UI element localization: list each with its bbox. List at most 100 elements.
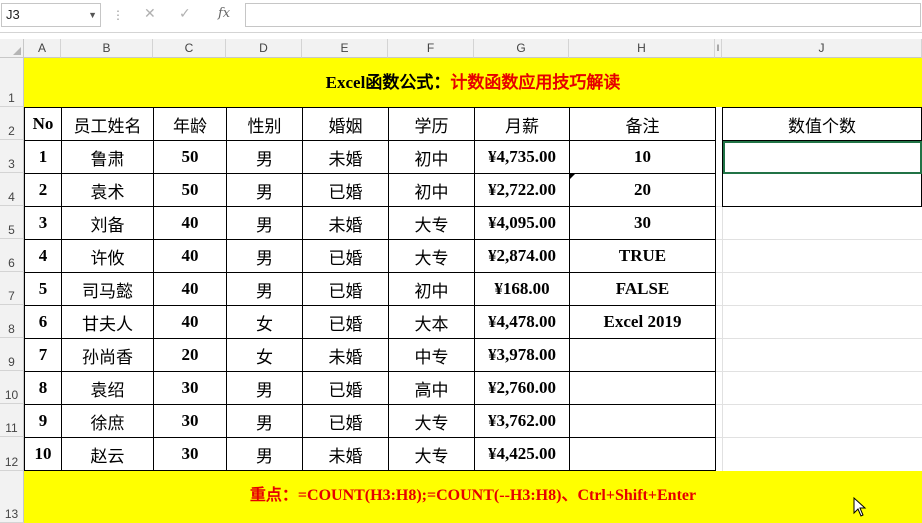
cell-gender[interactable]: 男	[226, 173, 303, 207]
cell-education[interactable]: 大专	[388, 206, 475, 240]
cell-no[interactable]: 6	[24, 305, 62, 339]
row-header-7[interactable]: 7	[0, 272, 24, 305]
cell-salary[interactable]: ¥168.00	[474, 272, 570, 306]
cell-salary[interactable]: ¥3,978.00	[474, 338, 570, 372]
count-cell-j3[interactable]	[722, 140, 922, 174]
cell-salary[interactable]: ¥2,760.00	[474, 371, 570, 405]
cell-no[interactable]: 4	[24, 239, 62, 273]
key-point-bar[interactable]: 重点：=COUNT(H3:H8);=COUNT(--H3:H8)、Ctrl+Sh…	[24, 471, 922, 523]
count-cell-j4[interactable]	[722, 173, 922, 207]
cell-education[interactable]: 大专	[388, 437, 475, 471]
cell-no[interactable]: 10	[24, 437, 62, 471]
insert-function-icon[interactable]: fx	[218, 6, 230, 21]
cell-no[interactable]: 2	[24, 173, 62, 207]
cell-age[interactable]: 40	[153, 272, 227, 306]
row-header-8[interactable]: 8	[0, 305, 24, 338]
cell-education[interactable]: 初中	[388, 140, 475, 174]
column-header-c[interactable]: C	[153, 39, 226, 58]
cell-marital[interactable]: 已婚	[302, 371, 389, 405]
select-all-corner[interactable]	[0, 39, 24, 58]
header-cell-name[interactable]: 员工姓名	[61, 107, 154, 141]
cell-salary[interactable]: ¥2,722.00	[474, 173, 570, 207]
cell-age[interactable]: 20	[153, 338, 227, 372]
cell-marital[interactable]: 未婚	[302, 338, 389, 372]
cell-gender[interactable]: 男	[226, 437, 303, 471]
column-header-a[interactable]: A	[24, 39, 61, 58]
cell-education[interactable]: 大本	[388, 305, 475, 339]
chevron-down-icon[interactable]: ▼	[88, 4, 97, 26]
column-header-d[interactable]: D	[226, 39, 302, 58]
cell-age[interactable]: 40	[153, 239, 227, 273]
cell-education[interactable]: 高中	[388, 371, 475, 405]
cell-salary[interactable]: ¥3,762.00	[474, 404, 570, 438]
header-cell-marital[interactable]: 婚姻	[302, 107, 389, 141]
header-cell-age[interactable]: 年龄	[153, 107, 227, 141]
cell-education[interactable]: 初中	[388, 173, 475, 207]
cell-remark[interactable]	[569, 404, 716, 438]
formula-input[interactable]	[245, 3, 921, 27]
cell-remark[interactable]	[569, 437, 716, 471]
row-header-9[interactable]: 9	[0, 338, 24, 371]
cell-age[interactable]: 50	[153, 173, 227, 207]
header-cell-no[interactable]: No	[24, 107, 62, 141]
cell-salary[interactable]: ¥4,095.00	[474, 206, 570, 240]
row-header-1[interactable]: 1	[0, 58, 24, 107]
cell-education[interactable]: 初中	[388, 272, 475, 306]
row-header-10[interactable]: 10	[0, 371, 24, 404]
header-cell-salary[interactable]: 月薪	[474, 107, 570, 141]
cell-gender[interactable]: 女	[226, 338, 303, 372]
count-header-cell[interactable]: 数值个数	[722, 107, 922, 141]
cell-gender[interactable]: 男	[226, 140, 303, 174]
cell-no[interactable]: 5	[24, 272, 62, 306]
cell-age[interactable]: 30	[153, 437, 227, 471]
enter-check-icon[interactable]: ✓	[179, 6, 191, 22]
cell-marital[interactable]: 已婚	[302, 305, 389, 339]
name-box[interactable]: J3 ▼	[1, 3, 101, 27]
cell-remark[interactable]: 30	[569, 206, 716, 240]
row-header-12[interactable]: 12	[0, 437, 24, 471]
cell-gender[interactable]: 男	[226, 404, 303, 438]
column-header-j[interactable]: J	[722, 39, 922, 58]
cell-gender[interactable]: 男	[226, 239, 303, 273]
cell-remark[interactable]: 20	[569, 173, 716, 207]
cell-name[interactable]: 孙尚香	[61, 338, 154, 372]
cell-name[interactable]: 甘夫人	[61, 305, 154, 339]
cell-name[interactable]: 司马懿	[61, 272, 154, 306]
sheet-title[interactable]: Excel函数公式：计数函数应用技巧解读	[24, 58, 922, 107]
cell-remark[interactable]: 10	[569, 140, 716, 174]
cell-remark[interactable]	[569, 371, 716, 405]
row-header-13[interactable]: 13	[0, 471, 24, 523]
cell-marital[interactable]: 已婚	[302, 239, 389, 273]
more-options-icon[interactable]: ⋮	[112, 8, 124, 22]
cell-name[interactable]: 袁术	[61, 173, 154, 207]
cell-age[interactable]: 30	[153, 404, 227, 438]
cell-remark[interactable]: TRUE	[569, 239, 716, 273]
cell-marital[interactable]: 未婚	[302, 437, 389, 471]
column-header-i[interactable]: I	[715, 39, 722, 58]
row-header-4[interactable]: 4	[0, 173, 24, 206]
cell-marital[interactable]: 已婚	[302, 173, 389, 207]
column-header-b[interactable]: B	[61, 39, 153, 58]
column-header-g[interactable]: G	[474, 39, 569, 58]
cell-salary[interactable]: ¥4,425.00	[474, 437, 570, 471]
cell-education[interactable]: 大专	[388, 404, 475, 438]
cell-marital[interactable]: 未婚	[302, 206, 389, 240]
header-cell-remark[interactable]: 备注	[569, 107, 716, 141]
cell-name[interactable]: 袁绍	[61, 371, 154, 405]
row-header-2[interactable]: 2	[0, 107, 24, 140]
header-cell-education[interactable]: 学历	[388, 107, 475, 141]
cell-age[interactable]: 40	[153, 305, 227, 339]
cell-no[interactable]: 3	[24, 206, 62, 240]
row-header-5[interactable]: 5	[0, 206, 24, 239]
cell-name[interactable]: 徐庶	[61, 404, 154, 438]
cell-marital[interactable]: 已婚	[302, 404, 389, 438]
cell-name[interactable]: 许攸	[61, 239, 154, 273]
cell-gender[interactable]: 男	[226, 371, 303, 405]
cell-gender[interactable]: 男	[226, 206, 303, 240]
cell-no[interactable]: 8	[24, 371, 62, 405]
cell-remark[interactable]: FALSE	[569, 272, 716, 306]
column-header-f[interactable]: F	[388, 39, 474, 58]
column-header-h[interactable]: H	[569, 39, 715, 58]
cell-age[interactable]: 50	[153, 140, 227, 174]
cell-education[interactable]: 中专	[388, 338, 475, 372]
